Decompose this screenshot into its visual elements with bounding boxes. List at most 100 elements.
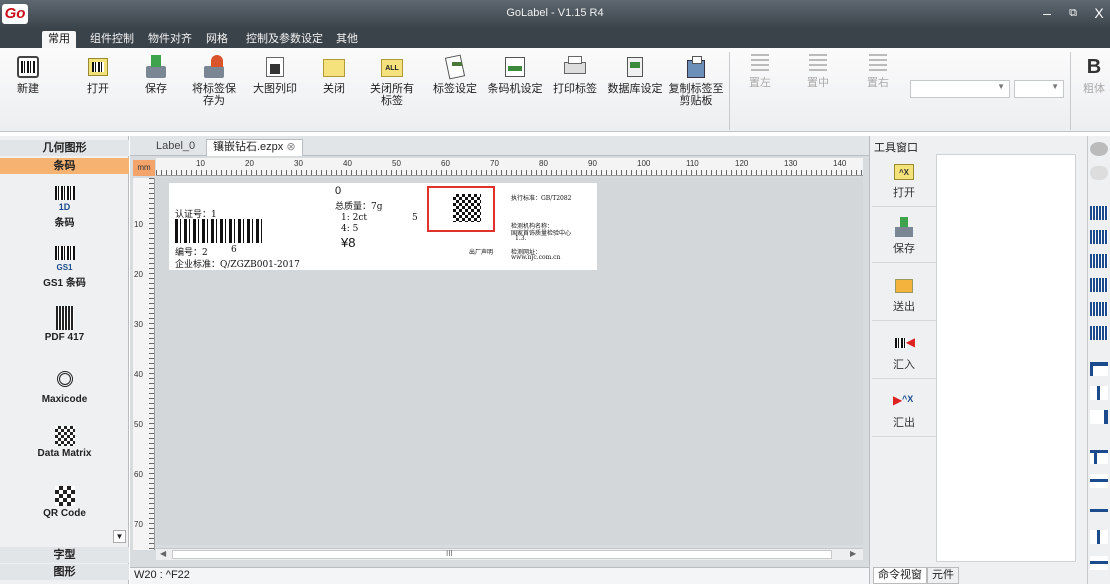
font-size-combo[interactable]: ▼ bbox=[1014, 80, 1064, 98]
ruler-tick-label: 20 bbox=[245, 159, 254, 168]
tab-object-align[interactable]: 物件对齐 bbox=[142, 31, 198, 48]
tool-save-button[interactable]: 保存 bbox=[872, 216, 936, 263]
gs1-icon: GS1 bbox=[52, 246, 78, 272]
rotate-90-icon[interactable] bbox=[1090, 166, 1108, 180]
label-settings-button[interactable]: 标签设定 bbox=[430, 54, 480, 95]
poster-print-label: 大图列印 bbox=[253, 83, 297, 95]
close-all-button[interactable]: ALL 关闭所有标签 bbox=[366, 54, 418, 107]
tool-window-title: 工具窗口 bbox=[874, 142, 918, 154]
align-left-button[interactable]: 置左 bbox=[740, 54, 780, 89]
save-button[interactable]: 保存 bbox=[138, 54, 174, 95]
poster-print-button[interactable]: 大图列印 bbox=[250, 54, 300, 95]
item-label: GS1 条码 bbox=[43, 278, 86, 289]
distribute-tool-icon[interactable] bbox=[1090, 530, 1108, 544]
font-name-combo[interactable]: ▼ bbox=[910, 80, 1010, 98]
vertical-ruler: 10 20 30 40 50 60 70 bbox=[133, 178, 155, 550]
align-left-label: 置左 bbox=[749, 77, 771, 89]
label-barcode[interactable] bbox=[175, 219, 263, 243]
tool-export-button[interactable]: ▶ ^X 汇出 bbox=[872, 390, 936, 437]
barcode-tool-icon[interactable] bbox=[1090, 302, 1108, 316]
item-barcode-1d[interactable]: 1D 条码 bbox=[0, 186, 129, 229]
align-tool-icon[interactable] bbox=[1090, 474, 1108, 488]
field-four[interactable]: 4: 5 bbox=[341, 224, 358, 234]
section-barcode[interactable]: 条码 bbox=[0, 158, 129, 174]
field-five[interactable]: 5 bbox=[412, 213, 418, 223]
barcode-tool-icon[interactable] bbox=[1090, 230, 1108, 244]
section-graphic[interactable]: 图形 bbox=[0, 564, 129, 580]
ruler-tick-label: 130 bbox=[784, 159, 798, 168]
label-settings-icon bbox=[442, 54, 468, 80]
website-url-text[interactable]: www.njc.com.cn bbox=[511, 254, 560, 261]
horizontal-scrollbar[interactable]: ◀ III ▶ bbox=[156, 548, 863, 560]
align-center-button[interactable]: 置中 bbox=[798, 54, 838, 89]
align-tool-icon[interactable] bbox=[1090, 362, 1108, 376]
field-13-text[interactable]: 1.3. bbox=[515, 235, 526, 242]
scroll-right-icon[interactable]: ▶ bbox=[850, 549, 856, 558]
new-button[interactable]: 新建 bbox=[10, 54, 46, 95]
item-maxicode[interactable]: Maxicode bbox=[0, 366, 129, 405]
tab-elements[interactable]: 元件 bbox=[927, 567, 959, 584]
status-bar: W20 : ^F22 bbox=[130, 567, 869, 584]
tab-command-view[interactable]: 命令视窗 bbox=[873, 567, 927, 584]
declaration-text[interactable]: 出厂声明 bbox=[469, 247, 493, 256]
close-button[interactable]: 关闭 bbox=[316, 54, 352, 95]
scroll-thumb-grip[interactable]: III bbox=[446, 549, 453, 558]
barcode-tool-icon[interactable] bbox=[1090, 326, 1108, 340]
tab-common[interactable]: 常用 bbox=[42, 31, 76, 48]
tab-component-control[interactable]: 组件控制 bbox=[84, 31, 140, 48]
item-pdf417[interactable]: PDF 417 bbox=[0, 306, 129, 343]
open-button[interactable]: 打开 bbox=[80, 54, 116, 95]
price-text[interactable]: ¥8 bbox=[341, 235, 355, 250]
open-file-icon: ^X bbox=[892, 160, 916, 182]
copy-clipboard-button[interactable]: 复制标签至剪贴板 bbox=[666, 54, 726, 107]
distribute-tool-icon[interactable] bbox=[1090, 556, 1108, 570]
align-tool-icon[interactable] bbox=[1090, 386, 1108, 400]
barcode-tool-icon[interactable] bbox=[1090, 278, 1108, 292]
weight-text[interactable]: 总质量：7g bbox=[335, 199, 383, 212]
database-settings-button[interactable]: 数据库设定 bbox=[606, 54, 664, 95]
item-qr-code[interactable]: QR Code bbox=[0, 486, 129, 519]
label-sheet[interactable]: 认证号：1 编号：2 6 企业标准：Q/ZGZB001-2017 0 总质量：7… bbox=[169, 183, 597, 270]
tool-send-button[interactable]: 送出 bbox=[872, 274, 936, 321]
save-as-button[interactable]: 将标签保存为 bbox=[186, 54, 242, 107]
tab-grid[interactable]: 网格 bbox=[200, 31, 234, 48]
align-right-button[interactable]: 置右 bbox=[858, 54, 898, 89]
close-tab-icon[interactable]: ⊗ bbox=[286, 141, 295, 153]
printer-settings-button[interactable]: 条码机设定 bbox=[486, 54, 544, 95]
ruler-tick-label: 50 bbox=[392, 159, 401, 168]
align-tool-icon[interactable] bbox=[1090, 498, 1108, 512]
print-label-button[interactable]: 打印标签 bbox=[550, 54, 600, 95]
barcode-tool-icon[interactable] bbox=[1090, 254, 1108, 268]
minimize-button[interactable]: – bbox=[1038, 4, 1056, 22]
command-view[interactable] bbox=[936, 154, 1076, 562]
align-tool-icon[interactable] bbox=[1090, 410, 1108, 424]
unit-indicator[interactable]: mm bbox=[133, 160, 155, 176]
field-zero[interactable]: 0 bbox=[335, 185, 341, 197]
align-tool-icon[interactable] bbox=[1090, 450, 1108, 464]
section-geometry[interactable]: 几何图形 bbox=[0, 140, 129, 156]
tab-control-params[interactable]: 控制及参数设定 bbox=[240, 31, 329, 48]
scroll-left-icon[interactable]: ◀ bbox=[160, 549, 166, 558]
tab-label-0[interactable]: Label_0 bbox=[150, 139, 201, 156]
settings-gear-icon[interactable] bbox=[1090, 142, 1108, 156]
tab-diamond-file[interactable]: 镶嵌钻石.ezpx ⊗ bbox=[206, 139, 303, 156]
close-window-button[interactable]: X bbox=[1090, 4, 1108, 22]
tool-import-button[interactable]: ◀ 汇入 bbox=[872, 332, 936, 379]
serial-value[interactable]: 6 bbox=[231, 245, 237, 255]
exec-standard-text[interactable]: 执行标准：GB/T2082 bbox=[511, 193, 572, 202]
selected-qr-box[interactable] bbox=[427, 186, 495, 232]
tab-other[interactable]: 其他 bbox=[330, 31, 364, 48]
section-font[interactable]: 字型 bbox=[0, 547, 129, 563]
standard-text[interactable]: 企业标准：Q/ZGZB001-2017 bbox=[175, 257, 300, 270]
tool-open-button[interactable]: ^X 打开 bbox=[872, 160, 936, 207]
ruler-tick-label: 60 bbox=[441, 159, 450, 168]
barcode-tool-icon[interactable] bbox=[1090, 206, 1108, 220]
bold-button[interactable]: B 粗体 bbox=[1080, 54, 1108, 95]
save-icon bbox=[892, 216, 916, 238]
panel-scroll-down-button[interactable]: ▼ bbox=[113, 530, 126, 543]
item-data-matrix[interactable]: Data Matrix bbox=[0, 426, 129, 459]
item-gs1-barcode[interactable]: GS1 GS1 条码 bbox=[0, 246, 129, 289]
restore-button[interactable]: ⧉ bbox=[1064, 4, 1082, 22]
send-mail-icon bbox=[892, 274, 916, 296]
carat-text[interactable]: 1: 2ct bbox=[341, 213, 367, 223]
